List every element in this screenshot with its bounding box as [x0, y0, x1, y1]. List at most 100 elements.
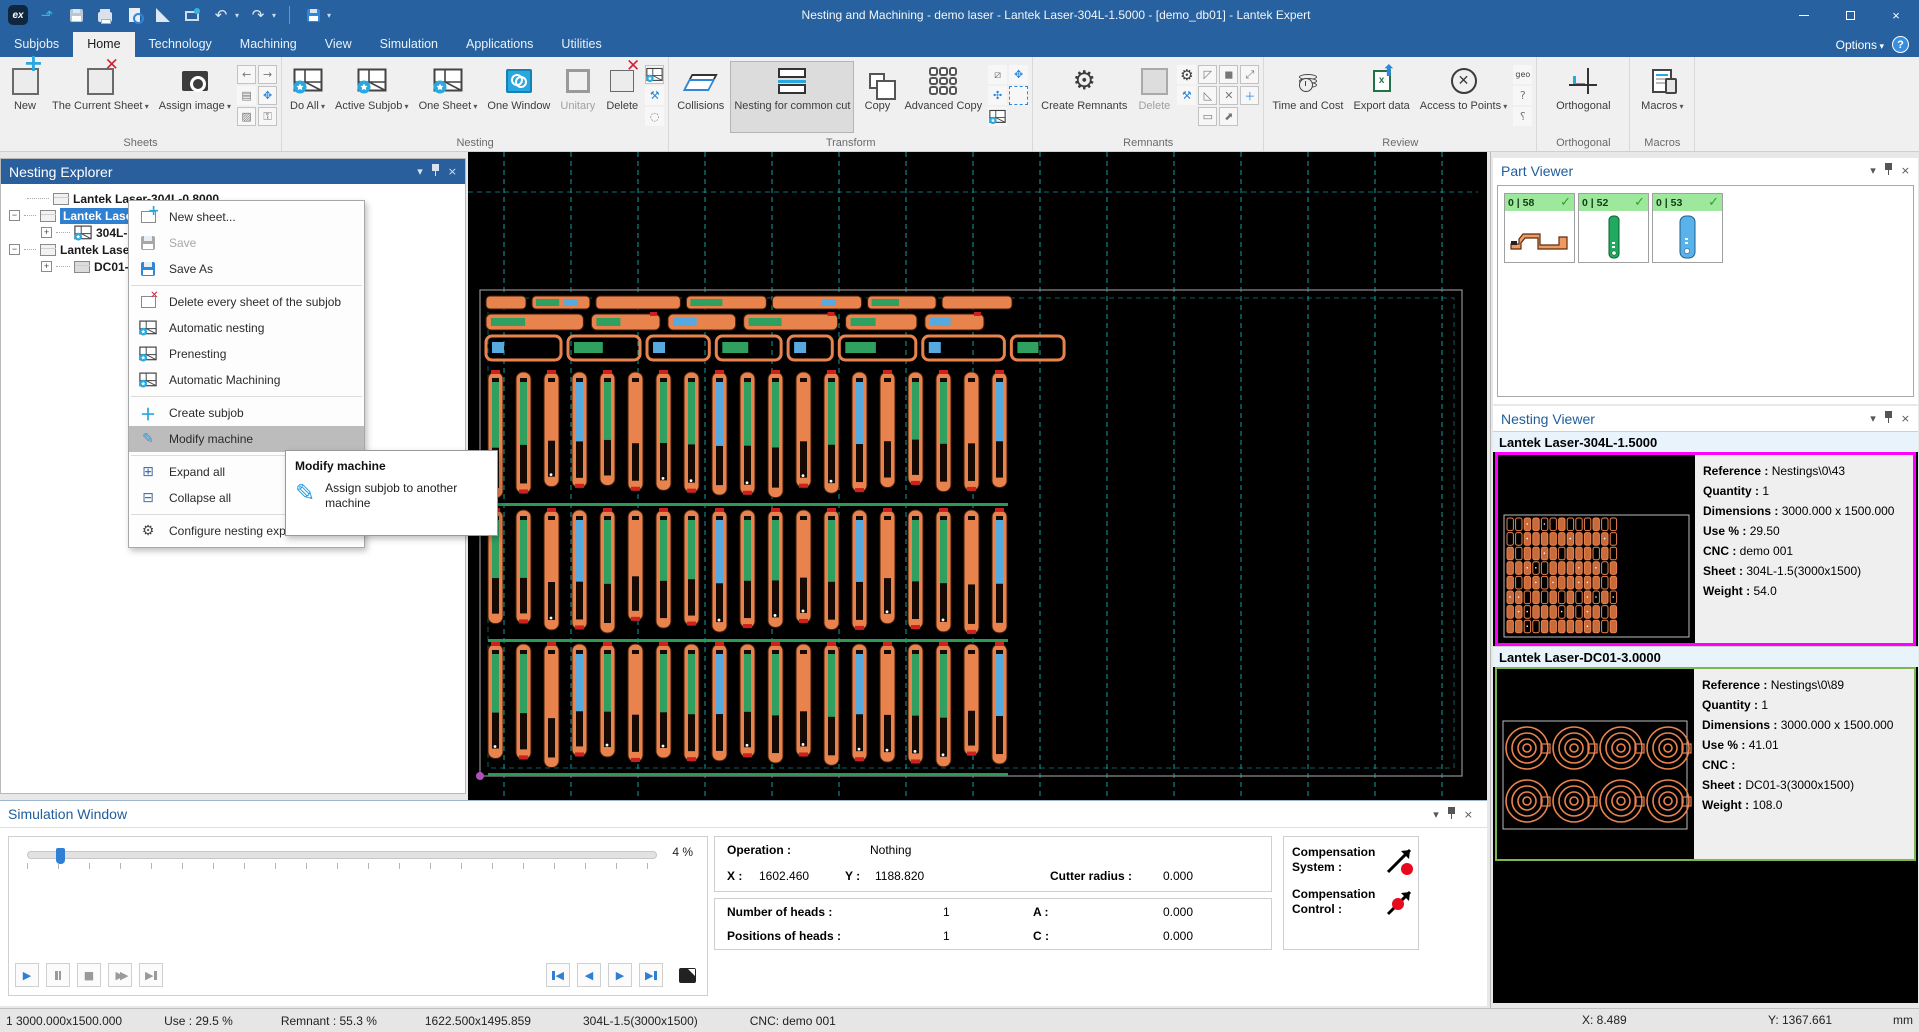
export-icon[interactable]: ⬏	[37, 5, 57, 25]
panel-menu-icon[interactable]: ▾	[417, 165, 423, 178]
collapse-expander[interactable]: −	[9, 244, 20, 255]
menu-item-prenesting[interactable]: Prenesting	[129, 341, 364, 367]
tab-view[interactable]: View	[311, 32, 366, 57]
current-sheet-button[interactable]: The Current Sheet	[48, 61, 153, 133]
assign-image-button[interactable]: Assign image	[155, 61, 235, 133]
copy-button[interactable]: Copy	[856, 61, 898, 133]
minimize-button[interactable]	[1781, 0, 1827, 30]
small-nest-icon[interactable]	[988, 107, 1007, 126]
move-sheet-icon[interactable]: ✥	[258, 86, 277, 105]
first-operation-button[interactable]: ◀	[546, 963, 570, 987]
print-preview-icon[interactable]	[124, 5, 144, 25]
stop-button[interactable]: ■	[77, 963, 101, 987]
mini-nest-circle-icon[interactable]: ◌	[645, 107, 664, 126]
tab-technology[interactable]: Technology	[135, 32, 226, 57]
simulation-progress-slider[interactable]	[27, 851, 657, 859]
new-sheet-button[interactable]: New	[4, 61, 46, 133]
remnant-option-2-icon[interactable]: ◼	[1219, 65, 1238, 84]
geometry-points-icon[interactable]: geo	[1513, 65, 1532, 84]
measure-icon[interactable]	[153, 5, 173, 25]
part-card-1[interactable]: 0 | 58✓	[1504, 193, 1575, 263]
nesting-card-1[interactable]: Reference : Nestings\0\43 Quantity : 1 D…	[1495, 452, 1916, 646]
point-marker-icon[interactable]	[182, 5, 202, 25]
undo-button[interactable]: ↶	[211, 5, 231, 25]
nest-do-all-button[interactable]: Do All	[286, 61, 329, 133]
macros-button[interactable]: Macros	[1634, 61, 1690, 133]
rotate-handle-icon[interactable]: ✥	[1009, 65, 1028, 84]
query-point-icon[interactable]: ?	[1513, 86, 1532, 105]
part-card-2[interactable]: 0 | 52✓	[1578, 193, 1649, 263]
menu-item-new-sheet[interactable]: New sheet...	[129, 204, 364, 230]
pause-button[interactable]	[46, 963, 70, 987]
undo-dropdown[interactable]: ▾	[235, 11, 239, 20]
play-button[interactable]: ▶	[15, 963, 39, 987]
nesting-common-cut-button[interactable]: Nesting for common cut	[730, 61, 854, 133]
move-cross-icon[interactable]: ✣	[988, 86, 1007, 105]
panel-menu-icon[interactable]: ▾	[1870, 164, 1876, 177]
sheet-layers-icon[interactable]: ▤	[237, 86, 256, 105]
remnant-option-5-icon[interactable]: ✕	[1219, 86, 1238, 105]
nest-one-window-button[interactable]: One Window	[483, 61, 554, 133]
previous-sheet-icon[interactable]: ←	[237, 65, 256, 84]
nesting-card-2[interactable]: Reference : Nestings\0\89 Quantity : 1 D…	[1495, 667, 1916, 861]
close-panel-icon[interactable]: ×	[448, 165, 457, 178]
menu-item-automatic-nesting[interactable]: Automatic nesting	[129, 315, 364, 341]
nest-active-subjob-button[interactable]: Active Subjob	[331, 61, 413, 133]
pin-icon[interactable]	[1885, 411, 1892, 426]
menu-item-save-as[interactable]: Save As	[129, 256, 364, 282]
last-operation-button[interactable]: ▶	[639, 963, 663, 987]
tab-simulation[interactable]: Simulation	[366, 32, 452, 57]
redo-button[interactable]: ↷	[248, 5, 268, 25]
expand-expander[interactable]: +	[41, 227, 52, 238]
mini-nest-tool-icon[interactable]: ⚒	[645, 86, 664, 105]
save-icon[interactable]	[66, 5, 86, 25]
close-button[interactable]: ×	[1873, 0, 1919, 30]
paste-sheet-icon[interactable]: ▨	[237, 107, 256, 126]
tab-applications[interactable]: Applications	[452, 32, 547, 57]
previous-operation-button[interactable]: ◀	[577, 963, 601, 987]
expand-expander[interactable]: +	[41, 261, 52, 272]
menu-item-delete-every-sheet[interactable]: Delete every sheet of the subjob	[129, 289, 364, 315]
next-operation-button[interactable]: ▶	[608, 963, 632, 987]
fast-forward-button[interactable]: ▶▶	[108, 963, 132, 987]
simulation-view-button[interactable]	[675, 963, 699, 987]
pin-icon[interactable]	[1885, 163, 1892, 178]
advanced-copy-button[interactable]: Advanced Copy	[900, 61, 986, 133]
remnant-option-7-icon[interactable]: ▭	[1198, 107, 1217, 126]
pin-icon[interactable]	[432, 164, 439, 179]
print-icon[interactable]	[95, 5, 115, 25]
close-panel-icon[interactable]: ×	[1464, 808, 1473, 821]
close-panel-icon[interactable]: ×	[1901, 164, 1910, 177]
panel-menu-icon[interactable]: ▾	[1870, 412, 1876, 425]
time-and-cost-button[interactable]: Time and Cost	[1268, 61, 1347, 133]
access-to-points-button[interactable]: ✕Access to Points	[1416, 61, 1512, 133]
tab-machining[interactable]: Machining	[226, 32, 311, 57]
close-panel-icon[interactable]: ×	[1901, 412, 1910, 425]
panel-menu-icon[interactable]: ▾	[1433, 808, 1439, 821]
help-icon[interactable]: ?	[1892, 36, 1909, 53]
mini-nest-icon[interactable]	[645, 65, 664, 84]
export-data-button[interactable]: x⬆Export data	[1349, 61, 1413, 133]
lock-sheet-icon[interactable]: ⚿	[258, 107, 277, 126]
nest-delete-button[interactable]: Delete	[601, 61, 643, 133]
skip-to-end-button[interactable]: ▶	[139, 963, 163, 987]
create-remnants-button[interactable]: ⚙Create Remnants	[1037, 61, 1131, 133]
tab-home[interactable]: Home	[73, 32, 134, 57]
remnant-option-6-icon[interactable]: ＋	[1240, 86, 1259, 105]
tab-utilities[interactable]: Utilities	[547, 32, 615, 57]
options-menu[interactable]: Options	[1836, 38, 1884, 52]
menu-item-modify-machine[interactable]: ✎Modify machine	[129, 426, 364, 452]
remnant-option-1-icon[interactable]: ◸	[1198, 65, 1217, 84]
diagonal-measure-icon[interactable]: ⧄	[988, 65, 1007, 84]
probe-point-icon[interactable]: ⸮	[1513, 107, 1532, 126]
remnant-option-4-icon[interactable]: ◺	[1198, 86, 1217, 105]
orthogonal-button[interactable]: Orthogonal	[1541, 61, 1625, 133]
collisions-button[interactable]: Collisions	[673, 61, 728, 133]
maximize-button[interactable]	[1827, 0, 1873, 30]
selection-box-icon[interactable]	[1009, 86, 1028, 105]
collapse-expander[interactable]: −	[9, 210, 20, 221]
remnant-tool-icon[interactable]: ⚒	[1177, 86, 1196, 105]
pin-icon[interactable]	[1448, 807, 1455, 822]
menu-item-create-subjob[interactable]: ＋Create subjob	[129, 400, 364, 426]
next-sheet-icon[interactable]: →	[258, 65, 277, 84]
